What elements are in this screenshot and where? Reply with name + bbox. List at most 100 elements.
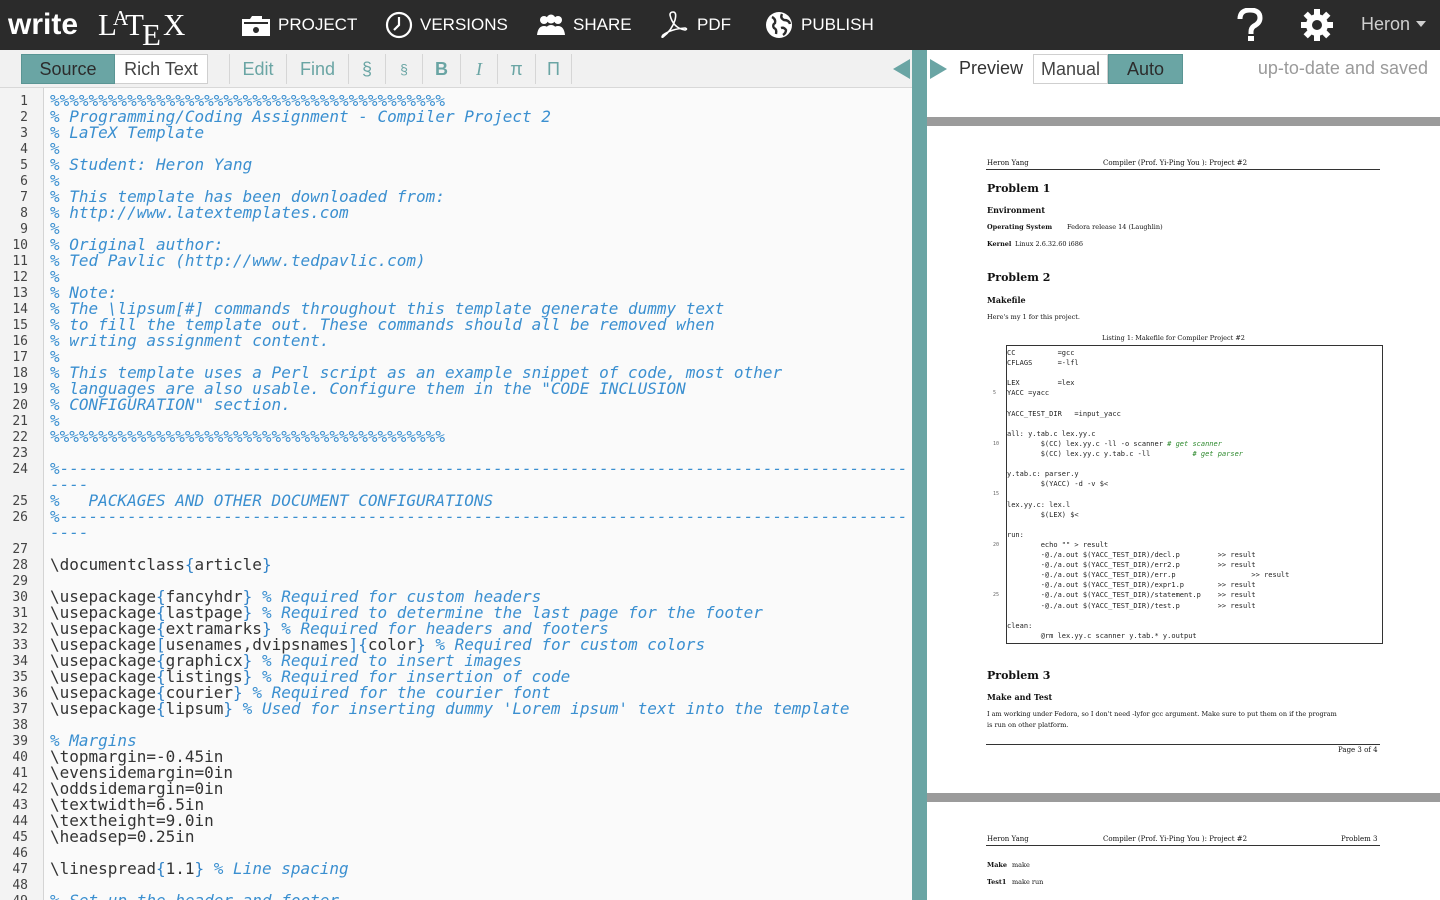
code-line[interactable]: % Ted Pavlic (http://www.tedpavlic.com) [50,253,426,269]
line-number: 21 [12,414,28,429]
caret-down-icon [1416,21,1426,27]
line-number: 45 [12,830,28,845]
code-line[interactable]: %%%%%%%%%%%%%%%%%%%%%%%%%%%%%%%%%%%%%%%%… [50,429,445,445]
line-number: 40 [12,750,28,765]
pdf-make-test-heading: Make and Test [987,692,1053,702]
code-line[interactable]: \documentclass{article} [50,557,272,573]
page-separator [927,117,1440,126]
pdf-problem3-title: Problem 3 [987,669,1051,682]
nav-pdf[interactable]: PDF [660,0,731,50]
save-status: up-to-date and saved [1257,58,1428,78]
line-number: 23 [12,446,28,461]
code-line[interactable]: \usepackage{lipsum} % Used for inserting… [50,701,850,717]
pdf-listing-line: echo "" > result [1007,540,1109,549]
manual-compile-button[interactable]: Manual [1033,54,1108,84]
nav-project[interactable]: PROJECT [241,0,357,50]
collapse-editor-arrow-icon[interactable] [893,59,910,79]
code-line[interactable]: % writing assignment content. [50,333,329,349]
bold-button[interactable]: B [422,54,460,84]
display-math-button[interactable]: Π [535,54,572,84]
code-line[interactable]: \linespread{1.1} % Line spacing [50,861,349,877]
find-button[interactable]: Find [286,54,348,84]
line-number: 32 [12,622,28,637]
pdf-listing-line: $(CC) lex.yy.c -ll -o scanner # get scan… [1007,439,1222,448]
section-button[interactable]: § [348,54,385,84]
nav-versions[interactable]: VERSIONS [385,0,508,50]
code-line[interactable]: % Student: Heron Yang [50,157,252,173]
pdf-listing-line-number: 10 [993,440,1000,447]
line-number: 22 [12,430,28,445]
pane-divider[interactable] [912,50,927,900]
line-number: 14 [12,302,28,317]
pdf-page4-header-center: Compiler (Prof. Yi-Ping You ): Project #… [1103,835,1248,843]
line-number: 10 [12,238,28,253]
line-number: 42 [12,782,28,797]
folder-icon [242,16,270,36]
edit-button[interactable]: Edit [229,54,286,84]
line-number: 30 [12,590,28,605]
inline-math-button[interactable]: π [497,54,535,84]
settings-button[interactable] [1300,0,1341,50]
pdf-listing-line: -@./a.out $(YACC_TEST_DIR)/statement.p >… [1007,591,1256,600]
italic-button[interactable]: I [460,54,497,84]
line-number: 44 [12,814,28,829]
line-number: 7 [20,190,28,205]
code-line[interactable]: % LaTeX Template [50,125,204,141]
pdf-header-left: Heron Yang [987,159,1029,167]
pdf-listing-line: clean: [1007,621,1033,630]
pdf-listing-line: all: y.tab.c lex.yy.c [1007,429,1096,438]
line-number: 1 [20,94,28,109]
pdf-listing-line: $(LEX) $< [1007,510,1079,519]
line-number: 9 [20,222,28,237]
pdf-problem1-title: Problem 1 [987,182,1051,195]
user-menu[interactable]: Heron [1361,0,1426,48]
pdf-preview[interactable]: Heron Yang Compiler (Prof. Yi-Ping You )… [927,88,1440,900]
line-number: 4 [20,142,28,157]
nav-versions-label: VERSIONS [420,15,508,34]
code-line[interactable]: \headsep=0.25in [50,829,195,845]
line-number: 29 [12,574,28,589]
pdf-listing-line: lex.yy.c: lex.l [1007,500,1071,509]
pdf-kernel-value: Linux 2.6.32.60 i686 [1015,240,1084,248]
expand-preview-arrow-icon[interactable] [930,59,947,79]
users-icon [537,14,565,35]
pdf-listing-line: y.tab.c: parser.y [1007,470,1079,479]
line-number: 43 [12,798,28,813]
code-line[interactable]: % CONFIGURATION" section. [50,397,291,413]
pdf-listing-caption: Listing 1: Makefile for Compiler Project… [1102,334,1245,342]
pdf-listing-line: run: [1007,530,1024,539]
pdf-listing-line: LEX =lex [1007,379,1075,388]
code-line[interactable]: % Set up the header and footer [50,893,339,900]
pdf-listing-line: $(YACC) -d -v $< [1007,480,1109,489]
auto-compile-button[interactable]: Auto [1108,54,1183,84]
pdf-listing-line: -@./a.out $(YACC_TEST_DIR)/test.p >> res… [1007,601,1256,610]
pdf-test-value: make run [1012,878,1044,886]
line-number: 20 [12,398,28,413]
line-number: 18 [12,366,28,381]
source-mode-button[interactable]: Source [21,54,115,84]
editor-toolbar: Source Rich Text Edit Find § § B I π Π [0,50,912,88]
pdf-listing-line: @rm lex.yy.c scanner y.tab.* y.output [1007,631,1197,640]
subsection-button[interactable]: § [385,54,422,84]
preview-label: Preview [959,58,1024,78]
line-number: 11 [12,254,28,269]
line-number: 35 [12,670,28,685]
question-icon [1237,8,1263,41]
nav-publish-label: PUBLISH [801,15,874,34]
nav-share[interactable]: SHARE [536,0,632,50]
pdf-icon [661,11,688,39]
code-editor[interactable]: 1 2 3 4 5 6 7 8 9 10 11 12 13 14 15 16 17 18 19 20 21 22 23 24 2… [0,88,912,900]
pdf-listing-line: CC =gcc [1007,349,1075,357]
nav-publish[interactable]: PUBLISH [764,0,874,50]
code-line[interactable]: %---------------------------------------… [50,509,907,525]
code-line[interactable]: % http://www.latextemplates.com [50,205,349,221]
help-button[interactable] [1236,0,1271,50]
clock-icon [385,11,413,39]
user-name: Heron [1360,13,1410,34]
code-line[interactable]: %---------------------------------------… [50,461,907,477]
pdf-page4-header-rule [986,845,1380,846]
rich-text-mode-button[interactable]: Rich Text [115,54,208,84]
line-number: 49 [0,894,28,900]
line-number: 31 [12,606,28,621]
line-number: 41 [12,766,28,781]
